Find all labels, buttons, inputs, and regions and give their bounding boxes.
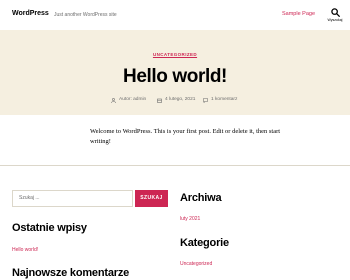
footer-widgets: Szukaj ... SZUKAJ Ostatnie wpisy Hello w… xyxy=(0,165,350,280)
archive-link[interactable]: luty 2021 xyxy=(180,216,200,222)
widget-search-input[interactable]: Szukaj ... xyxy=(12,190,133,207)
recent-comments-title: Najnowsze komentarze xyxy=(12,267,130,279)
post-comments-text[interactable]: 1 komentarz xyxy=(211,97,237,102)
post-title[interactable]: Hello world! xyxy=(0,66,350,88)
archives-title: Archiwa xyxy=(180,192,222,204)
recent-post-link[interactable]: Hello world! xyxy=(12,247,38,253)
search-toggle-button[interactable]: Wyszukaj xyxy=(324,8,346,28)
post-author-text[interactable]: Autor: admin xyxy=(119,97,146,102)
nav-sample-page[interactable]: Sample Page xyxy=(282,11,315,17)
search-icon xyxy=(330,8,340,17)
entry-content: Welcome to WordPress. This is your first… xyxy=(0,115,350,165)
widget-search-button[interactable]: SZUKAJ xyxy=(135,190,168,207)
calendar-icon xyxy=(157,98,162,103)
site-tagline: Just another WordPress site xyxy=(54,11,117,18)
search-toggle-label: Wyszukaj xyxy=(327,18,343,22)
user-icon xyxy=(111,97,116,103)
post-body: Welcome to WordPress. This is your first… xyxy=(90,128,281,145)
divider xyxy=(0,165,350,166)
comment-icon xyxy=(203,97,208,103)
entry-header: UNCATEGORIZED Hello world! Autor: admin … xyxy=(0,30,350,115)
site-title-link[interactable]: WordPress xyxy=(12,10,49,17)
post-date-text[interactable]: 4 lutego, 2021 xyxy=(165,97,195,102)
categories-title: Kategorie xyxy=(180,237,229,249)
category-widget-link[interactable]: Uncategorized xyxy=(180,261,212,267)
site-header: WordPress Just another WordPress site Sa… xyxy=(0,0,350,30)
recent-posts-title: Ostatnie wpisy xyxy=(12,222,87,234)
category-link[interactable]: UNCATEGORIZED xyxy=(0,52,350,57)
